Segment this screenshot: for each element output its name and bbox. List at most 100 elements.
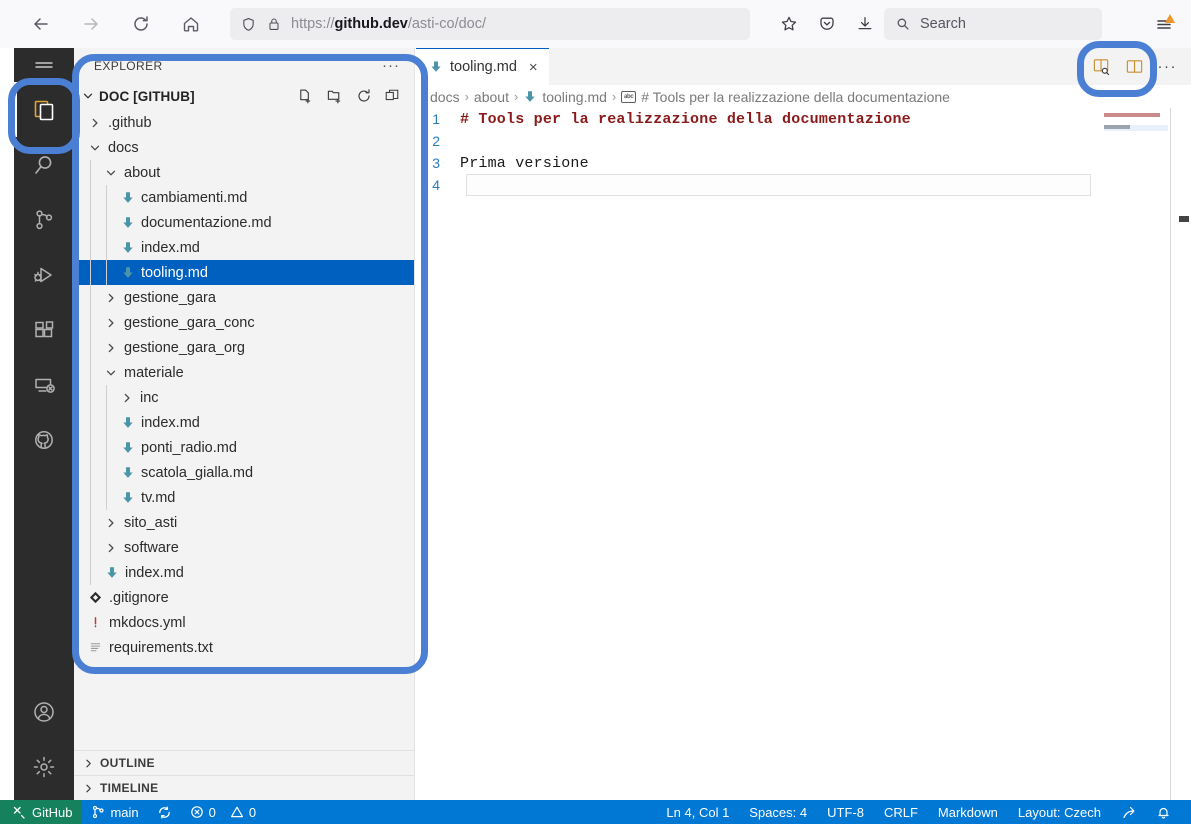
close-icon[interactable]: ×	[529, 59, 538, 76]
editor-scrollbar[interactable]	[1177, 108, 1191, 800]
code-line[interactable]: 3 Prima versione	[416, 152, 1191, 174]
sidebar-more-actions[interactable]: ···	[382, 58, 400, 73]
branch-label: main	[110, 804, 139, 820]
sidebar-item-source-control[interactable]	[14, 192, 74, 247]
tree-item-mkdocs-yml[interactable]: mkdocs.yml	[74, 610, 414, 635]
editor-more-actions[interactable]: ···	[1158, 59, 1178, 74]
status-keyboard-layout[interactable]: Layout: Czech	[1008, 800, 1111, 824]
tree-item-index-md[interactable]: index.md	[74, 235, 414, 260]
tree-indent-guide	[106, 235, 107, 260]
scrollbar-thumb[interactable]	[1179, 216, 1189, 222]
status-indentation[interactable]: Spaces: 4	[739, 800, 817, 824]
tree-item-inc[interactable]: inc	[74, 385, 414, 410]
downloads-icon[interactable]	[850, 9, 880, 39]
status-problems[interactable]: 0 0	[181, 800, 265, 824]
tree-item-cambiamenti-md[interactable]: cambiamenti.md	[74, 185, 414, 210]
status-eol[interactable]: CRLF	[874, 800, 928, 824]
address-bar[interactable]: https://github.dev/asti-co/doc/	[230, 8, 750, 40]
status-branch[interactable]: main	[82, 800, 147, 824]
breadcrumb-item[interactable]: abc # Tools per la realizzazione della do…	[621, 89, 950, 105]
status-language-mode[interactable]: Markdown	[928, 800, 1008, 824]
browser-search-box[interactable]: Search	[884, 8, 1102, 40]
lock-icon	[266, 16, 282, 32]
chevron-right-icon	[103, 292, 119, 304]
tree-item-materiale[interactable]: materiale	[74, 360, 414, 385]
status-sync[interactable]	[148, 800, 181, 824]
tree-indent-guide	[106, 210, 107, 235]
source-control-icon	[31, 207, 57, 233]
tree-item-documentazione-md[interactable]: documentazione.md	[74, 210, 414, 235]
tree-item-label: .github	[108, 114, 152, 131]
breadcrumb-item[interactable]: tooling.md	[523, 89, 607, 105]
warning-icon	[230, 805, 244, 819]
tree-item-label: software	[124, 539, 179, 556]
status-encoding[interactable]: UTF-8	[817, 800, 874, 824]
tree-item-label: about	[124, 164, 161, 181]
home-icon[interactable]	[176, 9, 206, 39]
tree-indent-guide	[106, 185, 107, 210]
tree-item-gestione-gara[interactable]: gestione_gara	[74, 285, 414, 310]
browser-action-icons	[774, 9, 880, 39]
new-file-icon[interactable]	[297, 88, 314, 105]
tree-item-about[interactable]: about	[74, 160, 414, 185]
line-number: 2	[432, 133, 440, 149]
tree-item-requirements-txt[interactable]: requirements.txt	[74, 635, 414, 660]
minimap[interactable]	[1104, 108, 1168, 800]
status-remote-indicator[interactable]: GitHub	[0, 800, 83, 824]
tree-indent-guide	[90, 185, 91, 210]
tree-indent-guide	[106, 460, 107, 485]
code-line[interactable]: 1 # Tools per la realizzazione della docu…	[416, 108, 1191, 130]
tree-item-gestione-gara-conc[interactable]: gestione_gara_conc	[74, 310, 414, 335]
app-menu-icon[interactable]	[1149, 9, 1179, 39]
tree-item-ponti-radio-md[interactable]: ponti_radio.md	[74, 435, 414, 460]
refresh-icon[interactable]	[356, 88, 372, 104]
sidebar-item-remote-explorer[interactable]	[14, 357, 74, 412]
accounts-button[interactable]	[14, 684, 74, 739]
tree-item-index-md[interactable]: index.md	[74, 560, 414, 585]
sidebar-item-run-debug[interactable]	[14, 247, 74, 302]
tab-tooling-md[interactable]: tooling.md ×	[416, 48, 549, 85]
menu-icon[interactable]	[14, 48, 74, 82]
sidebar-item-explorer[interactable]	[14, 82, 74, 137]
tree-item-tooling-md[interactable]: tooling.md	[74, 260, 414, 285]
activity-bar-bottom	[14, 684, 74, 800]
tree-indent-guide	[90, 310, 91, 335]
status-feedback[interactable]	[1111, 800, 1146, 824]
breadcrumb-item[interactable]: docs	[430, 89, 460, 105]
explorer-root[interactable]: DOC [GITHUB]	[80, 89, 195, 104]
tree-item-github[interactable]: .github	[74, 110, 414, 135]
collapse-all-icon[interactable]	[384, 88, 400, 104]
sidebar-item-extensions[interactable]	[14, 302, 74, 357]
code-line[interactable]: 4	[416, 174, 1191, 196]
tree-item-tv-md[interactable]: tv.md	[74, 485, 414, 510]
code-line[interactable]: 2	[416, 130, 1191, 152]
split-editor-icon[interactable]	[1125, 57, 1144, 76]
tree-item-label: gestione_gara_org	[124, 339, 245, 356]
tree-item-sito-asti[interactable]: sito_asti	[74, 510, 414, 535]
settings-button[interactable]	[14, 739, 74, 794]
tree-item-docs[interactable]: docs	[74, 135, 414, 160]
sidebar-panel-timeline[interactable]: TIMELINE	[74, 775, 414, 800]
md-file-icon	[119, 241, 136, 255]
reload-icon[interactable]	[126, 9, 156, 39]
pocket-icon[interactable]	[812, 9, 842, 39]
sidebar-item-search[interactable]	[14, 137, 74, 192]
sidebar-item-github[interactable]	[14, 412, 74, 467]
tree-indent-guide	[90, 285, 91, 310]
sidebar-panel-outline[interactable]: OUTLINE	[74, 750, 414, 775]
breadcrumb-item[interactable]: about	[474, 89, 509, 105]
explorer-root-row[interactable]: DOC [GITHUB]	[74, 83, 414, 109]
tree-item-gitignore[interactable]: .gitignore	[74, 585, 414, 610]
tree-item-scatola-gialla-md[interactable]: scatola_gialla.md	[74, 460, 414, 485]
tree-item-software[interactable]: software	[74, 535, 414, 560]
forward-icon[interactable]	[76, 9, 106, 39]
bookmark-star-icon[interactable]	[774, 9, 804, 39]
status-notifications[interactable]	[1146, 800, 1181, 824]
tree-item-index-md[interactable]: index.md	[74, 410, 414, 435]
tree-item-gestione-gara-org[interactable]: gestione_gara_org	[74, 335, 414, 360]
back-icon[interactable]	[26, 9, 56, 39]
new-folder-icon[interactable]	[326, 88, 344, 105]
code-editor[interactable]: 1 # Tools per la realizzazione della docu…	[416, 108, 1191, 800]
status-cursor-position[interactable]: Ln 4, Col 1	[656, 800, 739, 824]
open-preview-to-side-icon[interactable]	[1092, 57, 1111, 76]
